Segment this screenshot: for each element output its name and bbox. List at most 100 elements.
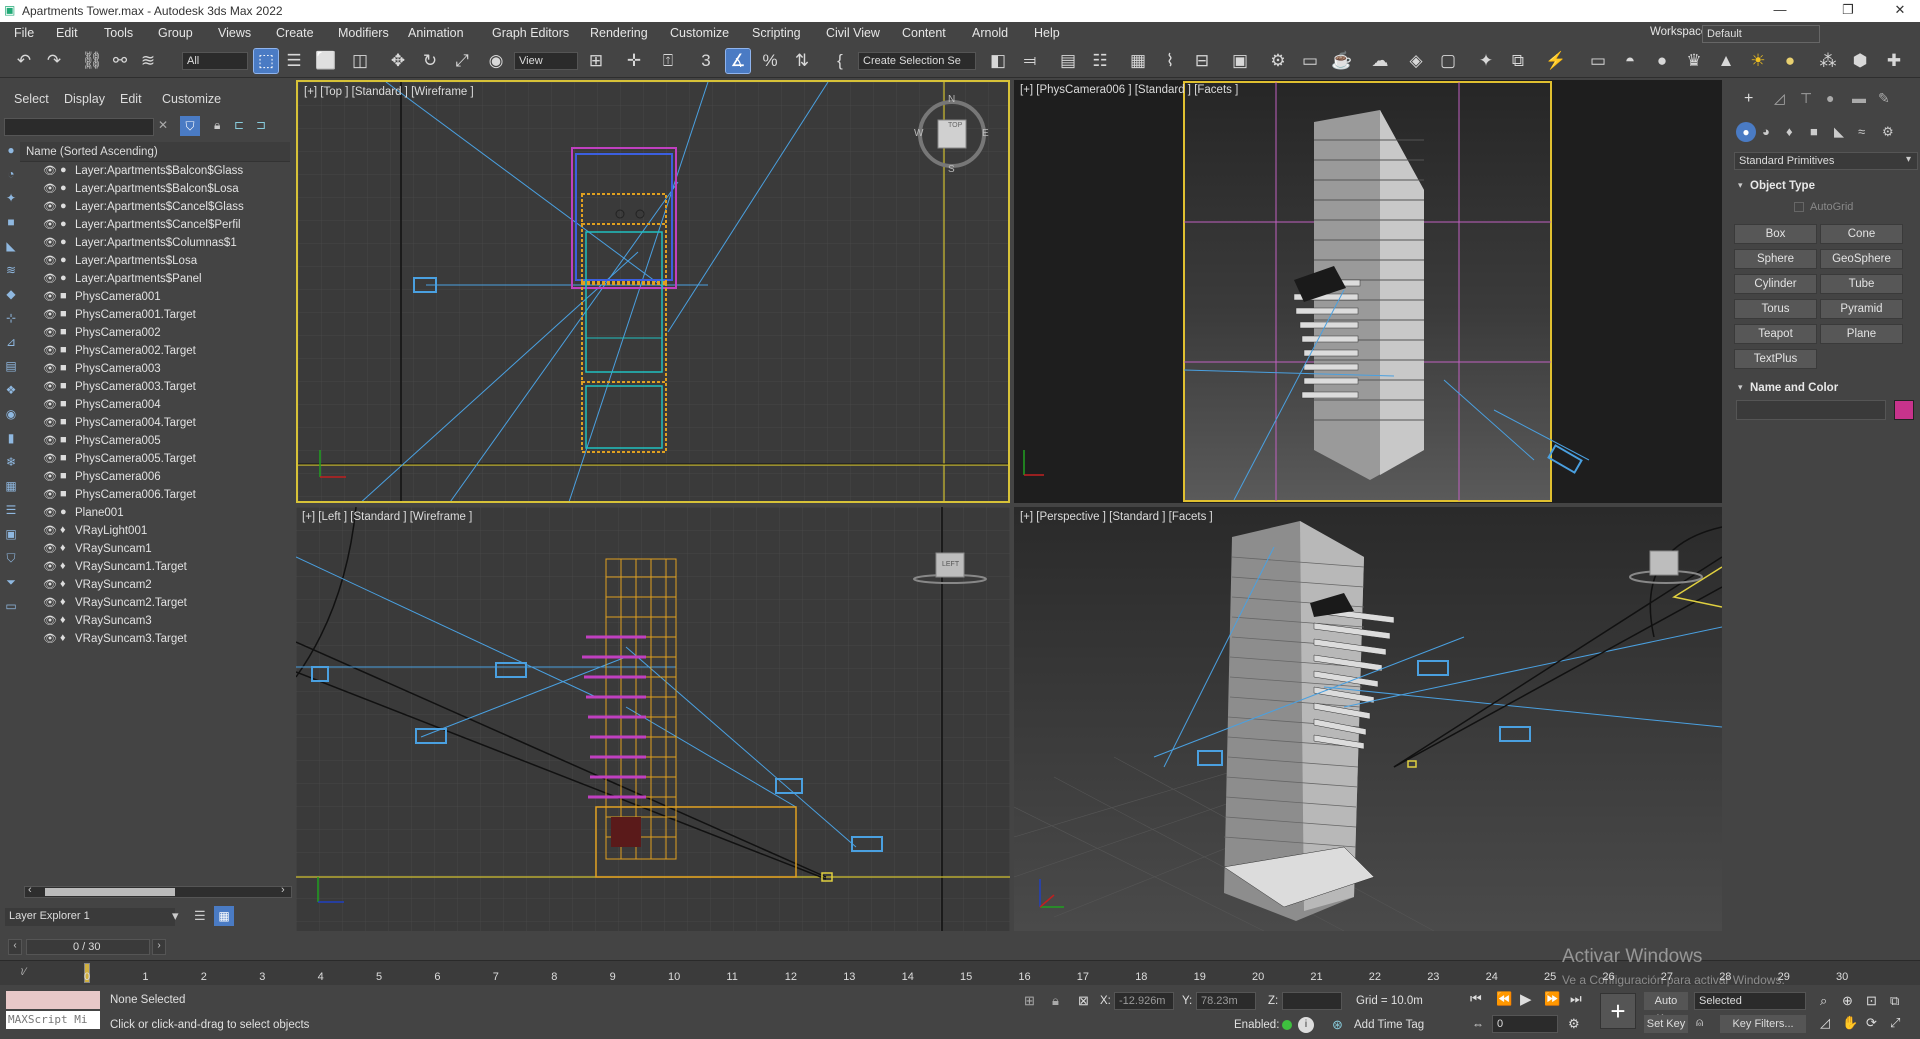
visibility-eye-icon[interactable]: 👁︎	[43, 362, 57, 375]
move-icon[interactable]: ✥	[386, 49, 410, 73]
visibility-eye-icon[interactable]: 👁︎	[43, 632, 57, 645]
visibility-icon[interactable]: ◉	[3, 406, 19, 422]
keyboard-shortcut-icon[interactable]: ✛	[622, 49, 646, 73]
create-camera-icon[interactable]: ■	[3, 214, 19, 230]
minimize-icon[interactable]: —	[1760, 2, 1800, 17]
layer-list-item[interactable]: 👁︎ ■ PhysCamera001.Target	[20, 307, 290, 325]
set-key-big-icon[interactable]: +	[1600, 993, 1636, 1029]
visibility-eye-icon[interactable]: 👁︎	[43, 578, 57, 591]
visibility-eye-icon[interactable]: 👁︎	[43, 254, 57, 267]
create-pyramid-button[interactable]: Pyramid	[1820, 299, 1903, 319]
systems-icon[interactable]: ◆	[3, 286, 19, 302]
layer-list-item[interactable]: 👁︎ ■ PhysCamera006	[20, 469, 290, 487]
layer-list-item[interactable]: 👁︎ ♦ VRaySuncam1	[20, 541, 290, 559]
viewport-perspective-label[interactable]: [+] [Perspective ] [Standard ] [Facets ]	[1020, 511, 1213, 523]
layer-list-item[interactable]: 👁︎ ♦ VRaySuncam3	[20, 613, 290, 631]
vray-proxy-icon[interactable]: ⬢	[1848, 49, 1872, 73]
menu-file[interactable]: File	[14, 26, 34, 40]
create-teapot-button[interactable]: Teapot	[1734, 324, 1817, 344]
window-crossing-icon[interactable]: ◫	[348, 49, 372, 73]
vray-plane-icon[interactable]: ▭	[1586, 49, 1610, 73]
absolute-mode-icon[interactable]: ⊠	[1078, 993, 1089, 1009]
layer-list-item[interactable]: 👁︎ ■ PhysCamera002.Target	[20, 343, 290, 361]
create-geosphere-button[interactable]: GeoSphere	[1820, 249, 1903, 269]
tab-select[interactable]: Select	[14, 92, 49, 106]
create-spacewarp-icon[interactable]: ≋	[3, 262, 19, 278]
visibility-eye-icon[interactable]: 👁︎	[43, 524, 57, 537]
create-helper-icon[interactable]: ◣	[3, 238, 19, 254]
menu-content[interactable]: Content	[902, 26, 946, 40]
vray-fur-icon[interactable]: ⁂	[1816, 49, 1840, 73]
viewport-top[interactable]: [+] [Top ] [Standard ] [Wireframe ] TOP …	[296, 80, 1010, 503]
visibility-eye-icon[interactable]: 👁︎	[43, 272, 57, 285]
create-torus-button[interactable]: Torus	[1734, 299, 1817, 319]
layer-explorer-select[interactable]: Layer Explorer 1	[5, 908, 175, 926]
key-mode-icon[interactable]: ⇔	[1472, 1017, 1484, 1031]
zoom-icon[interactable]: ⌕	[1820, 993, 1827, 1009]
create-geometry-icon[interactable]: ●	[3, 142, 19, 158]
workspace-select[interactable]: Default	[1702, 25, 1820, 43]
visibility-eye-icon[interactable]: 👁︎	[43, 560, 57, 573]
rotate-icon[interactable]: ↻	[418, 49, 442, 73]
visibility-eye-icon[interactable]: 👁︎	[43, 506, 57, 519]
layer-list-item[interactable]: 👁︎ ♦ VRayLight001	[20, 523, 290, 541]
y-coordinate-field[interactable]: 78.23m	[1196, 992, 1256, 1010]
viewport-camera-label[interactable]: [+] [PhysCamera006 ] [Standard ] [Facets…	[1020, 84, 1238, 96]
rect-selection-icon[interactable]: ⬜	[314, 49, 338, 73]
current-frame-field[interactable]: 0	[1492, 1015, 1558, 1033]
undo-icon[interactable]: ↶	[12, 49, 36, 73]
layer-list-item[interactable]: 👁︎ ■ PhysCamera006.Target	[20, 487, 290, 505]
render-frame-icon[interactable]: ▭	[1298, 49, 1322, 73]
layer-list-item[interactable]: 👁︎ ■ PhysCamera001	[20, 289, 290, 307]
redo-icon[interactable]: ↷	[42, 49, 66, 73]
menu-edit[interactable]: Edit	[56, 26, 78, 40]
explorer-hscrollbar[interactable]: ‹ ›	[24, 884, 292, 898]
menu-create[interactable]: Create	[276, 26, 314, 40]
properties-icon[interactable]: ▣	[3, 526, 19, 542]
orbit-icon[interactable]: ⟳	[1866, 1015, 1877, 1031]
viewport-top-label[interactable]: [+] [Top ] [Standard ] [Wireframe ]	[304, 86, 474, 98]
layer-list-item[interactable]: 👁︎ ● Layer:Apartments$Balcon$Glass	[20, 163, 290, 181]
manipulate-icon[interactable]: ⍐	[656, 49, 680, 73]
named-selection-set-select[interactable]: Create Selection Se	[858, 52, 976, 70]
visibility-eye-icon[interactable]: 👁︎	[43, 398, 57, 411]
curve-editor-icon[interactable]: ⌇	[1158, 49, 1182, 73]
goto-start-icon[interactable]: ⏮	[1470, 991, 1482, 1007]
visibility-eye-icon[interactable]: 👁︎	[43, 416, 57, 429]
layer-list-item[interactable]: 👁︎ ● Layer:Apartments$Balcon$Losa	[20, 181, 290, 199]
create-box-button[interactable]: Box	[1734, 224, 1817, 244]
isolate-icon[interactable]: ⊞	[1024, 993, 1035, 1009]
visibility-eye-icon[interactable]: 👁︎	[43, 614, 57, 627]
filter-icon[interactable]: ⏷	[3, 574, 19, 590]
next-key-icon[interactable]: ⏩	[1544, 991, 1560, 1007]
menu-modifiers[interactable]: Modifiers	[338, 26, 389, 40]
visibility-eye-icon[interactable]: 👁︎	[43, 452, 57, 465]
ribbon-toggle-icon[interactable]: ▦	[1126, 49, 1150, 73]
scene-sort-icon[interactable]: ▦	[214, 906, 234, 926]
layer-list-item[interactable]: 👁︎ ■ PhysCamera003	[20, 361, 290, 379]
menu-scripting[interactable]: Scripting	[752, 26, 801, 40]
restore-icon[interactable]: ❐	[1828, 2, 1868, 18]
viewport-left-label[interactable]: [+] [Left ] [Standard ] [Wireframe ]	[302, 511, 472, 523]
geometry-category-icon[interactable]: ●	[1736, 122, 1756, 142]
layer-explorer-icon[interactable]: ☷	[1088, 49, 1112, 73]
helpers-category-icon[interactable]: ◣	[1834, 124, 1844, 140]
vray-dome-icon[interactable]: ◓	[1618, 49, 1642, 73]
vray-ies-icon[interactable]: ♛	[1682, 49, 1706, 73]
menu-arnold[interactable]: Arnold	[972, 26, 1008, 40]
filter-toggle-icon[interactable]: ⛉	[180, 116, 200, 136]
clear-search-icon[interactable]: ✕	[158, 118, 168, 132]
menu-group[interactable]: Group	[158, 26, 193, 40]
motion-tab-icon[interactable]: ●	[1826, 90, 1834, 106]
layer-list-item[interactable]: 👁︎ ♦ VRaySuncam3.Target	[20, 631, 290, 649]
create-plane-button[interactable]: Plane	[1820, 324, 1903, 344]
angle-snap-icon[interactable]: ∡	[725, 48, 751, 74]
maxscript-mini-input[interactable]: MAXScript Mi	[6, 1011, 100, 1029]
edit-named-sets-icon[interactable]: {	[828, 49, 852, 73]
layer-view-icon[interactable]: ⊐	[256, 118, 266, 132]
systems-category-icon[interactable]: ⚙	[1882, 124, 1894, 140]
goto-end-icon[interactable]: ⏭	[1570, 991, 1582, 1007]
zoom-extents-all-icon[interactable]: ⧉	[1890, 993, 1899, 1009]
spinner-snap-icon[interactable]: ⇅	[790, 49, 814, 73]
chevron-down-icon[interactable]: ▾	[1906, 154, 1911, 165]
